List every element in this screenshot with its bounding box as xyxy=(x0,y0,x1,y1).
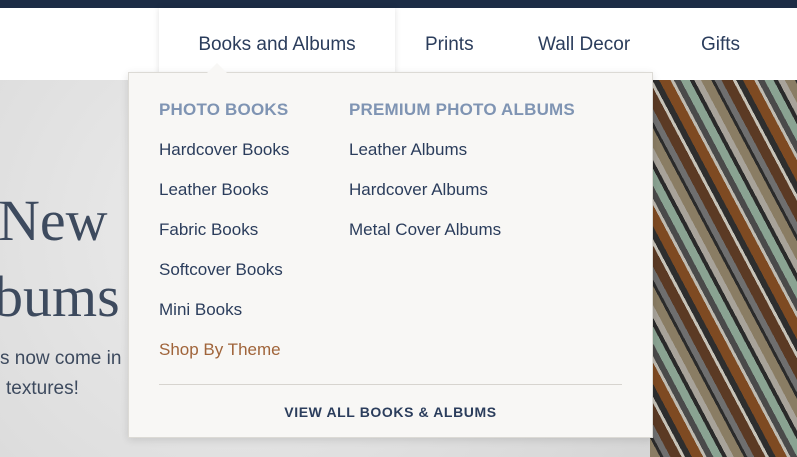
photo-books-heading: PHOTO BOOKS xyxy=(159,100,289,119)
nav-books-and-albums-label: Books and Albums xyxy=(198,34,356,55)
albums-spines-image xyxy=(650,80,797,457)
hero-text-line1: s now come in xyxy=(0,348,122,369)
nav-wall-decor-label: Wall Decor xyxy=(538,34,631,55)
link-shop-by-theme[interactable]: Shop By Theme xyxy=(159,340,281,360)
link-leather-albums[interactable]: Leather Albums xyxy=(349,140,467,160)
link-mini-books[interactable]: Mini Books xyxy=(159,300,242,320)
link-hardcover-books[interactable]: Hardcover Books xyxy=(159,140,289,160)
link-leather-books[interactable]: Leather Books xyxy=(159,180,269,200)
link-hardcover-albums[interactable]: Hardcover Albums xyxy=(349,180,488,200)
nav-prints[interactable]: Prints xyxy=(425,8,474,82)
books-albums-dropdown: PHOTO BOOKS Hardcover Books Leather Book… xyxy=(128,72,653,438)
nav-gifts[interactable]: Gifts xyxy=(701,8,740,82)
nav-books-and-albums[interactable]: Books and Albums xyxy=(159,8,395,82)
dropdown-caret-icon xyxy=(207,63,227,73)
dropdown-divider xyxy=(159,384,622,385)
nav-gifts-label: Gifts xyxy=(701,34,741,55)
top-bar xyxy=(0,0,797,8)
link-fabric-books[interactable]: Fabric Books xyxy=(159,220,258,240)
hero-title-line1: New xyxy=(0,188,108,253)
link-metal-cover-albums[interactable]: Metal Cover Albums xyxy=(349,220,501,240)
premium-albums-heading: PREMIUM PHOTO ALBUMS xyxy=(349,100,575,119)
main-navigation xyxy=(0,8,797,80)
hero-text-line2: textures! xyxy=(6,378,79,399)
nav-prints-label: Prints xyxy=(425,34,474,55)
link-softcover-books[interactable]: Softcover Books xyxy=(159,260,283,280)
hero-title-line2: bums xyxy=(0,264,120,329)
view-all-books-albums-link[interactable]: VIEW ALL BOOKS & ALBUMS xyxy=(129,404,652,420)
nav-wall-decor[interactable]: Wall Decor xyxy=(538,8,630,82)
